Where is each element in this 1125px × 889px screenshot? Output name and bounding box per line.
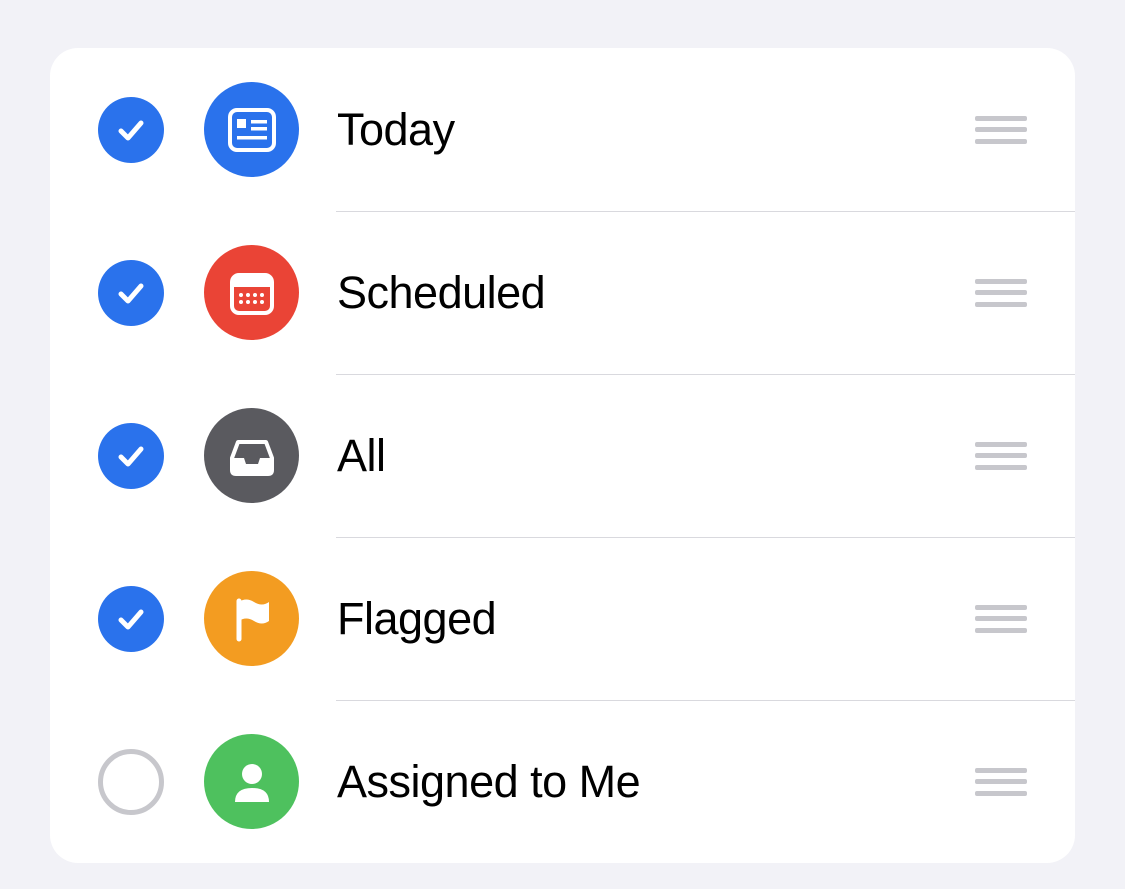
row-divider	[336, 700, 1075, 701]
drag-handle-icon[interactable]	[975, 768, 1027, 796]
person-glyph-icon	[224, 754, 280, 810]
today-icon	[204, 82, 299, 177]
category-row-flagged[interactable]: Flagged	[50, 537, 1075, 700]
drag-handle-icon[interactable]	[975, 279, 1027, 307]
scheduled-icon	[204, 245, 299, 340]
checkbox-scheduled[interactable]	[98, 260, 164, 326]
checkbox-all[interactable]	[98, 423, 164, 489]
category-row-all[interactable]: All	[50, 374, 1075, 537]
checkbox-flagged[interactable]	[98, 586, 164, 652]
all-icon	[204, 408, 299, 503]
category-label: Today	[337, 104, 975, 156]
flag-glyph-icon	[224, 591, 280, 647]
checkmark-icon	[115, 440, 147, 472]
category-row-today[interactable]: Today	[50, 48, 1075, 211]
flagged-icon	[204, 571, 299, 666]
category-label: Flagged	[337, 593, 975, 645]
drag-handle-icon[interactable]	[975, 605, 1027, 633]
tray-glyph-icon	[224, 428, 280, 484]
drag-handle-icon[interactable]	[975, 116, 1027, 144]
row-divider	[336, 537, 1075, 538]
category-row-assigned[interactable]: Assigned to Me	[50, 700, 1075, 863]
checkmark-icon	[115, 603, 147, 635]
category-label: Scheduled	[337, 267, 975, 319]
category-label: Assigned to Me	[337, 756, 975, 808]
checkmark-icon	[115, 114, 147, 146]
drag-handle-icon[interactable]	[975, 442, 1027, 470]
row-divider	[336, 374, 1075, 375]
checkbox-today[interactable]	[98, 97, 164, 163]
checkbox-assigned[interactable]	[98, 749, 164, 815]
today-glyph-icon	[224, 102, 280, 158]
calendar-glyph-icon	[224, 265, 280, 321]
category-row-scheduled[interactable]: Scheduled	[50, 211, 1075, 374]
assigned-icon	[204, 734, 299, 829]
category-label: All	[337, 430, 975, 482]
row-divider	[336, 211, 1075, 212]
smart-lists-card: Today Scheduled	[50, 48, 1075, 863]
checkmark-icon	[115, 277, 147, 309]
